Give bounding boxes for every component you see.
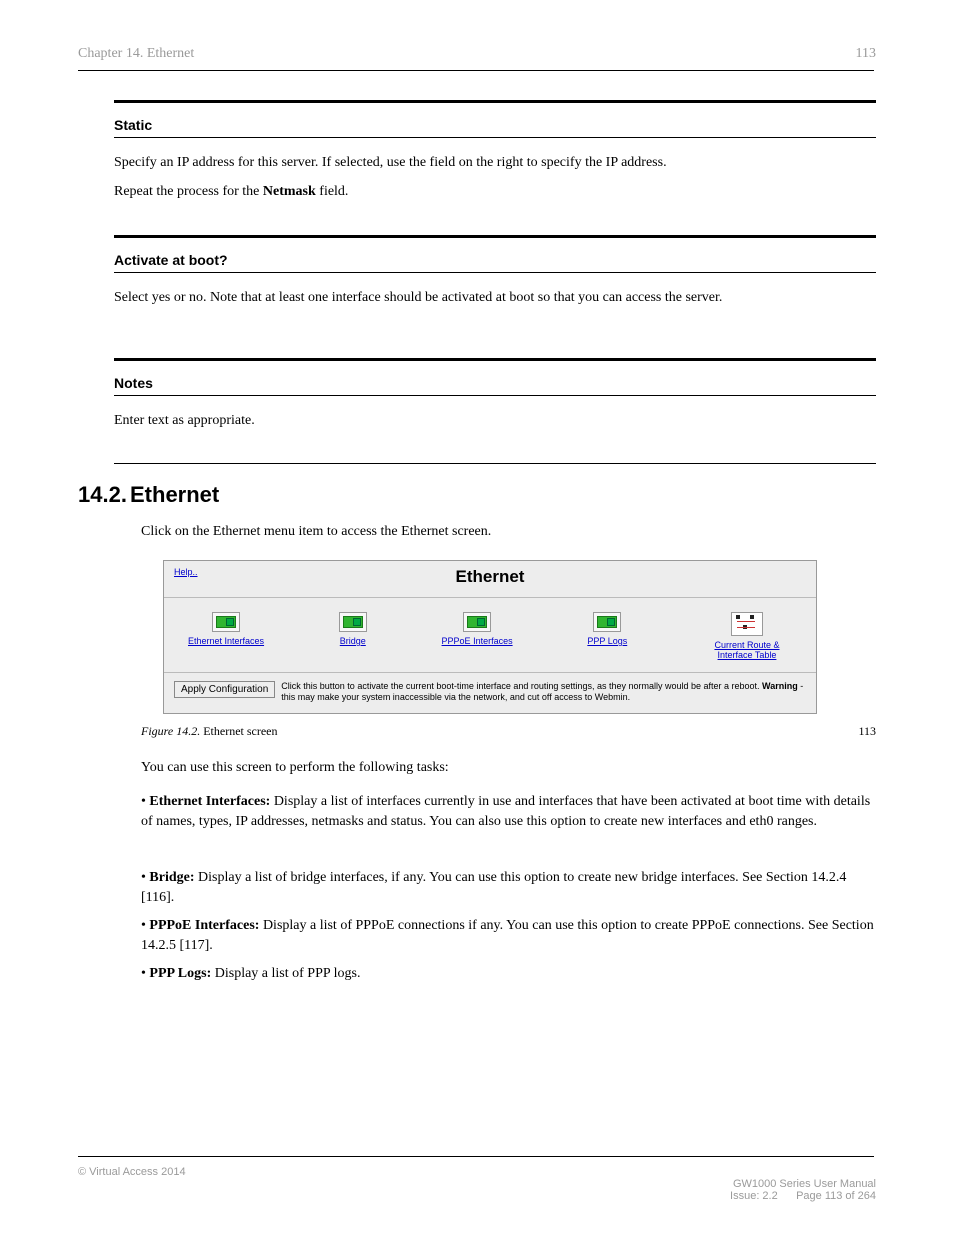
box-notes-p: Enter text as appropriate. [114,412,876,431]
page-number-top: 113 [856,46,876,62]
figure-label: Figure 14.2. Ethernet screen [141,724,278,739]
chapter-title: Chapter 14. Ethernet [78,46,194,62]
ss-title: Ethernet [174,567,806,587]
apply-text-bold: Warning [762,681,798,691]
ss-item-ppplogs[interactable]: PPP Logs [587,612,627,660]
figure-label-rest: Ethernet screen [203,724,277,738]
li2-bold: Bridge: [149,870,194,885]
box-label-notes: Notes [114,361,876,395]
nic-icon [593,612,621,632]
ss-apply-row: Apply Configuration Click this button to… [164,673,816,713]
footer-right-suffix: of 264 [842,1190,876,1202]
box-label-static: Static [114,103,876,137]
apply-warning-text: Click this button to activate the curren… [281,681,806,703]
ss-header: Help.. Ethernet [164,561,816,598]
box-static-p2-post: field. [316,184,349,199]
list-item-pppoe: • PPPoE Interfaces: Display a list of PP… [141,916,876,957]
footer-copyright: © Virtual Access 2014 [78,1166,186,1178]
figure-page-number: 113 [858,724,876,739]
header-rule [78,70,874,71]
box-body-activate: Select yes or no. Note that at least one… [114,273,876,340]
box-static-p2-pre: Repeat the process for the [114,184,263,199]
box-body-notes: Enter text as appropriate. [114,396,876,463]
section-title: Ethernet [130,482,219,507]
nic-icon [339,612,367,632]
li3-bold: PPPoE Interfaces: [149,918,259,933]
li4-rest: Display a list of PPP logs. [211,966,360,981]
tasks-intro: You can use this screen to perform the f… [141,758,876,778]
ss-link-route[interactable]: Current Route & Interface Table [714,640,779,660]
box-rule-bottom [114,463,876,464]
footer-right-page: 113 [825,1190,843,1202]
ss-icon-row: Ethernet Interfaces Bridge PPPoE Interfa… [164,598,816,673]
section-heading: 14.2.Ethernet [78,482,219,508]
list-item-ethernet: • Ethernet Interfaces: Display a list of… [141,792,876,833]
box-activate-p: Select yes or no. Note that at least one… [114,289,876,308]
footer-right: GW1000 Series User Manual Issue: 2.2 Pag… [730,1166,876,1202]
ss-link-ppplogs[interactable]: PPP Logs [587,636,627,646]
section-number: 14.2. [78,482,130,508]
box-label-activate: Activate at boot? [114,238,876,272]
box-static-p1: Specify an IP address for this server. I… [114,154,876,173]
ss-item-ethernet[interactable]: Ethernet Interfaces [188,612,264,660]
box-static-p2: Repeat the process for the Netmask field… [114,183,876,202]
apply-text-pre: Click this button to activate the curren… [281,681,762,691]
apply-configuration-button[interactable]: Apply Configuration [174,681,275,698]
route-table-icon [731,612,763,636]
ss-item-route[interactable]: Current Route & Interface Table [702,612,792,660]
li2-rest: Display a list of bridge interfaces, if … [141,870,846,905]
box-static-p2-bold: Netmask [263,184,316,199]
intro-paragraph: Click on the Ethernet menu item to acces… [141,522,876,542]
box-body-static: Specify an IP address for this server. I… [114,138,876,234]
list-item-bridge: • Bridge: Display a list of bridge inter… [141,868,876,909]
ss-item-bridge[interactable]: Bridge [339,612,367,660]
list-item-ppplogs: • PPP Logs: Display a list of PPP logs. [141,964,876,984]
li1-bold: Ethernet Interfaces: [149,794,270,809]
nic-icon [463,612,491,632]
help-link[interactable]: Help.. [174,567,198,577]
ss-link-bridge[interactable]: Bridge [340,636,366,646]
ss-link-ethernet[interactable]: Ethernet Interfaces [188,636,264,646]
footer-rule [78,1156,874,1157]
figure-label-italic: Figure 14.2. [141,724,203,738]
ss-item-pppoe[interactable]: PPPoE Interfaces [442,612,513,660]
ethernet-screenshot: Help.. Ethernet Ethernet Interfaces Brid… [163,560,817,714]
nic-icon [212,612,240,632]
li4-bold: PPP Logs: [149,966,211,981]
ss-link-pppoe[interactable]: PPPoE Interfaces [442,636,513,646]
